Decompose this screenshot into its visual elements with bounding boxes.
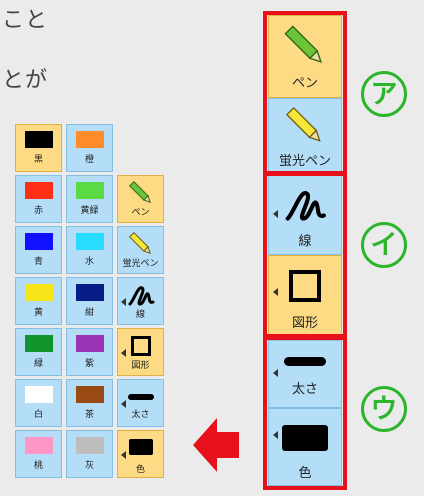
current-color-icon — [128, 439, 153, 455]
color-swatch — [75, 182, 104, 199]
color-label: 黒 — [33, 155, 43, 165]
palette-pen-button[interactable]: ペン — [117, 175, 164, 223]
color-swatch — [24, 284, 53, 301]
marker-u: ウ — [361, 386, 407, 432]
color-green-button[interactable]: 緑 — [15, 328, 62, 376]
color-label: 黄 — [33, 308, 43, 318]
palette-thickness-button[interactable]: 太さ — [117, 379, 164, 427]
color-swatch — [75, 386, 104, 403]
color-label: 紫 — [84, 359, 94, 369]
color-swatch — [24, 131, 53, 148]
color-label: 黄緑 — [80, 206, 99, 216]
color-cyan-button[interactable]: 水 — [66, 226, 113, 274]
red-arrow-icon — [193, 418, 239, 472]
color-swatch — [24, 335, 53, 352]
color-swatch — [24, 182, 53, 199]
tool-label: 線 — [135, 310, 145, 320]
color-label: 緑 — [33, 359, 43, 369]
color-pink-button[interactable]: 桃 — [15, 430, 62, 478]
tool-label: 色 — [135, 465, 145, 475]
color-black-button[interactable]: 黒 — [15, 124, 62, 172]
color-brown-button[interactable]: 茶 — [66, 379, 113, 427]
group-a-box — [263, 11, 347, 175]
color-navy-button[interactable]: 紺 — [66, 277, 113, 325]
color-swatch — [24, 437, 53, 454]
group-u-box — [263, 336, 347, 490]
palette-shape-button[interactable]: 図形 — [117, 328, 164, 376]
color-white-button[interactable]: 白 — [15, 379, 62, 427]
marker-a: ア — [361, 71, 407, 117]
color-label: 青 — [33, 257, 43, 267]
tool-label: 太さ — [131, 410, 150, 420]
color-orange-button[interactable]: 橙 — [66, 124, 113, 172]
color-label: 茶 — [84, 410, 94, 420]
color-label: 灰 — [84, 461, 94, 471]
highlighter-icon — [128, 231, 151, 254]
color-label: 水 — [84, 257, 94, 267]
color-gray-button[interactable]: 灰 — [66, 430, 113, 478]
color-swatch — [75, 437, 104, 454]
color-swatch — [75, 335, 104, 352]
color-swatch — [75, 131, 104, 148]
marker-i: イ — [361, 222, 407, 268]
expand-arrow-icon — [121, 451, 126, 459]
color-label: 橙 — [84, 155, 94, 165]
square-icon — [130, 336, 151, 356]
color-label: 紺 — [84, 308, 94, 318]
body-text-line-1: こと — [2, 8, 49, 33]
palette-line-button[interactable]: 線 — [117, 277, 164, 325]
pen-icon — [128, 180, 151, 203]
color-yellow-button[interactable]: 黄 — [15, 277, 62, 325]
palette-color-button[interactable]: 色 — [117, 430, 164, 478]
color-swatch — [24, 233, 53, 250]
group-i-box — [263, 172, 347, 338]
color-label: 赤 — [33, 206, 43, 216]
color-label: 白 — [33, 410, 43, 420]
expand-arrow-icon — [121, 400, 126, 408]
thickness-icon — [127, 394, 154, 400]
color-swatch — [24, 386, 53, 403]
color-label: 桃 — [33, 461, 43, 471]
expand-arrow-icon — [121, 298, 126, 306]
tool-label: 蛍光ペン — [122, 259, 159, 269]
line-icon — [128, 286, 154, 306]
color-blue-button[interactable]: 青 — [15, 226, 62, 274]
color-yellowgreen-button[interactable]: 黄緑 — [66, 175, 113, 223]
color-purple-button[interactable]: 紫 — [66, 328, 113, 376]
tool-label: 図形 — [131, 361, 150, 371]
palette-highlighter-button[interactable]: 蛍光ペン — [117, 226, 164, 274]
body-text-line-2: とが — [2, 68, 49, 93]
tool-label: ペン — [131, 208, 150, 218]
color-swatch — [75, 284, 104, 301]
color-red-button[interactable]: 赤 — [15, 175, 62, 223]
expand-arrow-icon — [121, 349, 126, 357]
color-swatch — [75, 233, 104, 250]
